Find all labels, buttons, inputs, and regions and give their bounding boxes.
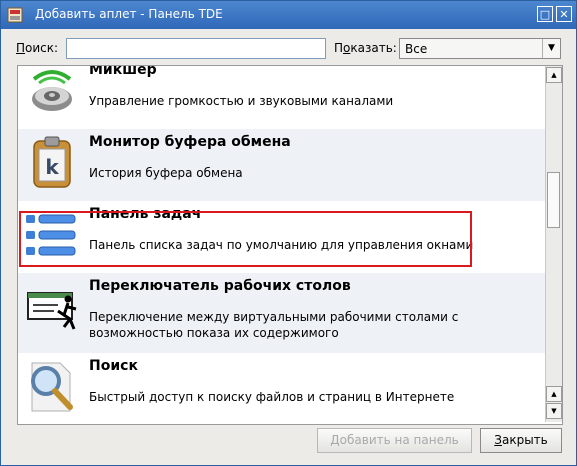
title-bar[interactable]: Добавить аплет - Панель TDE □ ✕	[1, 1, 576, 29]
scrollbar-thumb[interactable]	[547, 172, 560, 228]
applet-title: Микшер	[89, 65, 157, 78]
desktop-pager-icon	[27, 292, 77, 330]
arrow-up-icon: ▲	[551, 71, 557, 79]
close-button[interactable]: Закрыть	[480, 428, 562, 453]
applet-item-clipboard[interactable]: k Монитор буфера обмена История буфера о…	[18, 129, 545, 201]
chevron-down-icon: ▼	[542, 39, 560, 58]
taskbar-icon	[26, 214, 76, 256]
applet-description: История буфера обмена	[89, 166, 243, 180]
add-to-panel-button[interactable]: Добавить на панель	[317, 428, 472, 453]
applet-title: Монитор буфера обмена	[89, 134, 291, 150]
applet-title: Поиск	[89, 358, 138, 374]
speaker-icon	[32, 70, 72, 111]
close-icon: ✕	[559, 8, 569, 21]
window-title: Добавить аплет - Панель TDE	[35, 7, 223, 21]
clipboard-icon: k	[33, 136, 71, 188]
svg-text:k: k	[45, 155, 59, 179]
applet-description: Управление громкостью и звуковыми канала…	[89, 94, 394, 108]
app-icon	[7, 7, 23, 23]
applet-item-taskbar[interactable]: Панель задач Панель списка задач по умол…	[18, 201, 545, 273]
scroll-down-button[interactable]: ▼	[546, 403, 562, 419]
arrow-up-icon: ▲	[551, 390, 557, 398]
search-magnifier-icon	[31, 362, 73, 412]
show-filter-select[interactable]: Все ▼	[399, 38, 561, 59]
maximize-button[interactable]: □	[537, 6, 553, 22]
scroll-up-button-lower[interactable]: ▲	[546, 386, 562, 402]
applet-description: Быстрый доступ к поиску файлов и страниц…	[89, 390, 455, 404]
applet-item-mixer[interactable]: Микшер Управление громкостью и звуковыми…	[18, 65, 545, 129]
close-window-button[interactable]: ✕	[556, 6, 572, 22]
search-input[interactable]	[66, 38, 326, 59]
show-filter-label: Показать:	[334, 41, 397, 55]
arrow-down-icon: ▼	[551, 407, 557, 415]
applet-description: Переключение между виртуальными рабочими…	[89, 310, 459, 340]
applet-description: Панель списка задач по умолчанию для упр…	[89, 238, 474, 252]
applet-item-desktop-pager[interactable]: Переключатель рабочих столов Переключени…	[18, 273, 545, 353]
applet-item-search[interactable]: Поиск Быстрый доступ к поиску файлов и с…	[18, 353, 545, 424]
maximize-icon: □	[539, 8, 551, 21]
add-applet-window: Добавить аплет - Панель TDE □ ✕ Поиск: П…	[0, 0, 577, 466]
applet-title: Панель задач	[89, 206, 202, 222]
applet-list[interactable]: Микшер Управление громкостью и звуковыми…	[17, 65, 563, 425]
scroll-up-button[interactable]: ▲	[546, 67, 562, 83]
applet-title: Переключатель рабочих столов	[89, 278, 351, 294]
search-label: Поиск:	[16, 41, 59, 55]
vertical-scrollbar[interactable]: ▲ ▲ ▼	[545, 66, 562, 422]
show-filter-value: Все	[405, 42, 428, 56]
